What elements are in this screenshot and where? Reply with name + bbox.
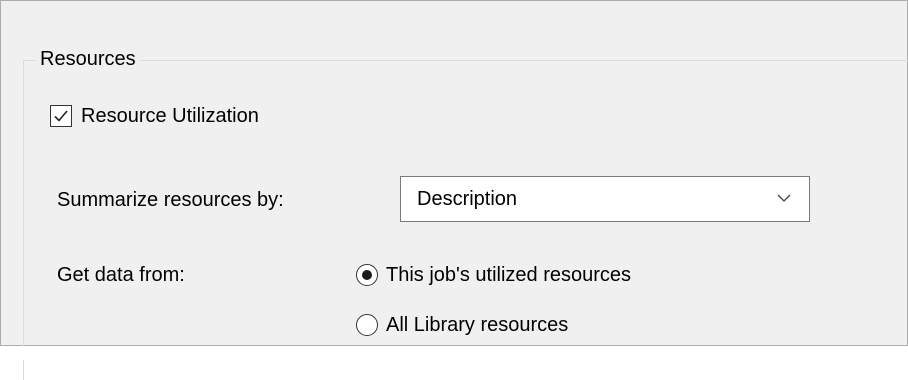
summarize-dropdown[interactable]: Description — [400, 176, 810, 222]
radio-all-library-resources[interactable]: All Library resources — [356, 313, 568, 337]
radio-this-job-resources[interactable]: This job's utilized resources — [356, 263, 631, 287]
radio-dot — [362, 270, 372, 280]
checkbox-box[interactable] — [50, 105, 72, 127]
group-title-resources: Resources — [36, 47, 140, 71]
checkbox-label: Resource Utilization — [81, 105, 259, 127]
radio-label: This job's utilized resources — [386, 264, 632, 286]
get-data-label: Get data from: — [57, 264, 185, 286]
radio-button[interactable] — [356, 314, 378, 336]
bottom-strip — [0, 346, 908, 360]
radio-button-selected[interactable] — [356, 264, 378, 286]
dropdown-selected-value: Description — [417, 188, 518, 210]
resource-utilization-checkbox[interactable]: Resource Utilization — [50, 104, 259, 128]
summarize-label: Summarize resources by: — [57, 189, 284, 211]
chevron-down-icon[interactable] — [776, 190, 792, 206]
radio-label: All Library resources — [386, 314, 569, 336]
checkmark-icon — [54, 110, 68, 122]
